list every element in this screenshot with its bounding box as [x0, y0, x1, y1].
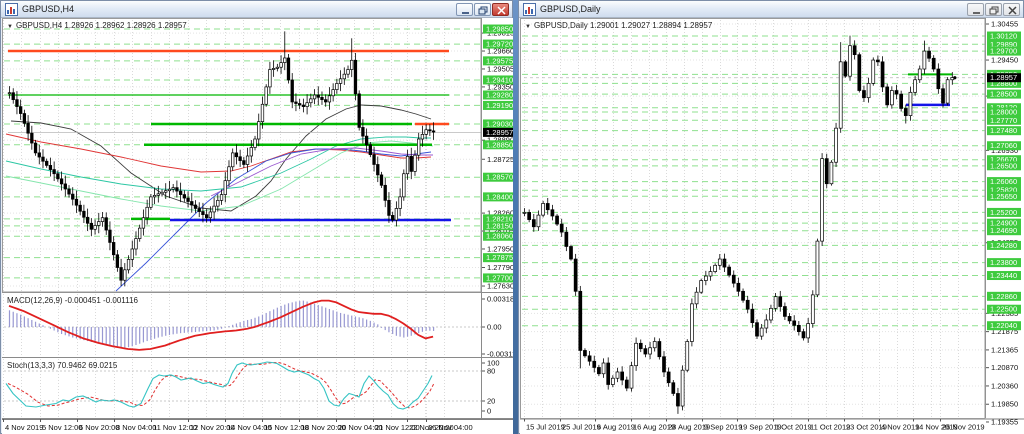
svg-text:1.28957: 1.28957: [990, 73, 1017, 82]
svg-text:1.20870: 1.20870: [991, 363, 1018, 372]
svg-text:1.27060: 1.27060: [990, 141, 1017, 150]
svg-text:6 Nov 20:00: 6 Nov 20:00: [79, 423, 119, 432]
svg-text:26 Nov 04:00: 26 Nov 04:00: [428, 423, 473, 432]
svg-text:8 Nov 04:00: 8 Nov 04:00: [116, 423, 156, 432]
svg-text:1.29575: 1.29575: [486, 56, 513, 65]
svg-text:1.29505: 1.29505: [487, 64, 513, 73]
titlebar-h4[interactable]: GBPUSD,H4: [1, 1, 512, 18]
h4-symbol-ohlc[interactable]: ▼GBPUSD,H4 1.28926 1.28962 1.28926 1.289…: [7, 21, 187, 30]
svg-text:20: 20: [487, 397, 495, 406]
svg-text:1.27950: 1.27950: [487, 244, 513, 253]
h4-chart-canvas[interactable]: 1.298151.296601.295051.293501.288901.287…: [2, 18, 513, 434]
close-button[interactable]: [492, 3, 509, 16]
svg-text:-0.003112: -0.003112: [487, 350, 513, 359]
svg-text:1.24690: 1.24690: [990, 226, 1017, 235]
svg-text:4 Nov 2019: 4 Nov 2019: [881, 423, 919, 432]
svg-text:11 Oct 2019: 11 Oct 2019: [810, 423, 850, 432]
svg-text:0.00: 0.00: [487, 323, 502, 332]
restore-button[interactable]: [985, 3, 1002, 16]
svg-text:1.27700: 1.27700: [486, 273, 513, 282]
svg-text:1.28400: 1.28400: [486, 192, 513, 201]
svg-text:5 Nov 12:00: 5 Nov 12:00: [42, 423, 82, 432]
titlebar-daily[interactable]: GBPUSD,Daily: [519, 1, 1023, 18]
svg-text:1.29450: 1.29450: [991, 56, 1018, 65]
svg-text:1.25650: 1.25650: [990, 192, 1017, 201]
svg-text:1.27790: 1.27790: [487, 263, 513, 272]
minimize-button[interactable]: [967, 3, 984, 16]
svg-text:1.29720: 1.29720: [486, 40, 513, 49]
svg-text:0.003184: 0.003184: [487, 295, 513, 304]
chart-window-daily: GBPUSD,Daily ▼GBPUSD,Daily 1.29001 1.290…: [518, 0, 1024, 434]
svg-text:1.29190: 1.29190: [486, 101, 513, 110]
chart-window-h4: GBPUSD,H4 ▼GBPUSD,H4 1.28926 1.28962 1.2…: [0, 0, 513, 434]
svg-text:1.20360: 1.20360: [991, 381, 1018, 390]
stoch-label: Stoch(13,3,3) 70.9462 69.0215: [7, 361, 117, 370]
svg-text:1.26500: 1.26500: [990, 161, 1017, 170]
svg-text:1.23800: 1.23800: [990, 258, 1017, 267]
svg-text:1.19850: 1.19850: [991, 400, 1018, 409]
window-title: GBPUSD,Daily: [540, 4, 963, 14]
svg-text:1.27480: 1.27480: [990, 126, 1017, 135]
svg-text:1.29280: 1.29280: [486, 91, 513, 100]
chevron-down-icon: ▼: [525, 24, 531, 30]
svg-text:1.28570: 1.28570: [486, 173, 513, 182]
svg-text:1.23440: 1.23440: [990, 271, 1017, 280]
svg-text:1.28725: 1.28725: [487, 155, 513, 164]
restore-button[interactable]: [474, 3, 491, 16]
svg-text:26 Nov 2019: 26 Nov 2019: [942, 423, 985, 432]
svg-text:1.28060: 1.28060: [486, 232, 513, 241]
chart-icon: [5, 3, 18, 16]
macd-label: MACD(12,26,9) -0.000451 -0.001116: [7, 296, 138, 305]
svg-text:80: 80: [487, 367, 495, 376]
svg-text:1.30455: 1.30455: [991, 20, 1018, 29]
chevron-down-icon: ▼: [7, 24, 13, 30]
svg-text:1.27630: 1.27630: [487, 282, 513, 291]
svg-text:6 Aug 2019: 6 Aug 2019: [597, 423, 635, 432]
svg-text:0: 0: [487, 407, 491, 416]
daily-symbol-ohlc[interactable]: ▼GBPUSD,Daily 1.29001 1.29027 1.28894 1.…: [525, 21, 712, 30]
daily-price-axis: 1.304551.294501.284451.269301.243551.223…: [986, 20, 1021, 427]
minimize-button[interactable]: [456, 3, 473, 16]
svg-text:1.22860: 1.22860: [990, 292, 1017, 301]
svg-text:9 Sep 2019: 9 Sep 2019: [704, 423, 742, 432]
daily-chart-canvas[interactable]: 1.304551.294501.284451.269301.243551.223…: [520, 18, 1024, 434]
svg-text:1.24280: 1.24280: [990, 241, 1017, 250]
svg-text:1.22500: 1.22500: [990, 305, 1017, 314]
svg-text:1.28850: 1.28850: [486, 140, 513, 149]
svg-text:1.27770: 1.27770: [990, 116, 1017, 125]
svg-text:1.29700: 1.29700: [990, 47, 1017, 56]
svg-text:1.21365: 1.21365: [991, 345, 1018, 354]
svg-text:1.28500: 1.28500: [990, 90, 1017, 99]
svg-text:1.22040: 1.22040: [990, 321, 1017, 330]
chart-icon: [523, 3, 536, 16]
window-title: GBPUSD,H4: [22, 4, 452, 14]
svg-text:4 Nov 2019: 4 Nov 2019: [5, 423, 43, 432]
svg-text:1 Oct 2019: 1 Oct 2019: [775, 423, 812, 432]
svg-text:1.28957: 1.28957: [486, 128, 513, 137]
h4-price-axis: 1.298151.296601.295051.293501.288901.287…: [482, 25, 513, 291]
h4-chart-area[interactable]: ▼GBPUSD,H4 1.28926 1.28962 1.28926 1.289…: [2, 18, 511, 432]
svg-text:1.28150: 1.28150: [486, 221, 513, 230]
daily-chart-area[interactable]: ▼GBPUSD,Daily 1.29001 1.29027 1.28894 1.…: [520, 18, 1022, 432]
svg-text:25 Jul 2019: 25 Jul 2019: [562, 423, 601, 432]
close-button[interactable]: [1003, 3, 1020, 16]
svg-text:1.27875: 1.27875: [486, 253, 513, 262]
svg-text:15 Jul 2019: 15 Jul 2019: [526, 423, 565, 432]
svg-text:1.29850: 1.29850: [486, 25, 513, 34]
mt4-workspace: { "left_window": { "title": "GBPUSD,H4",…: [0, 0, 1024, 434]
svg-text:1.25200: 1.25200: [990, 208, 1017, 217]
svg-text:1.29410: 1.29410: [486, 75, 513, 84]
